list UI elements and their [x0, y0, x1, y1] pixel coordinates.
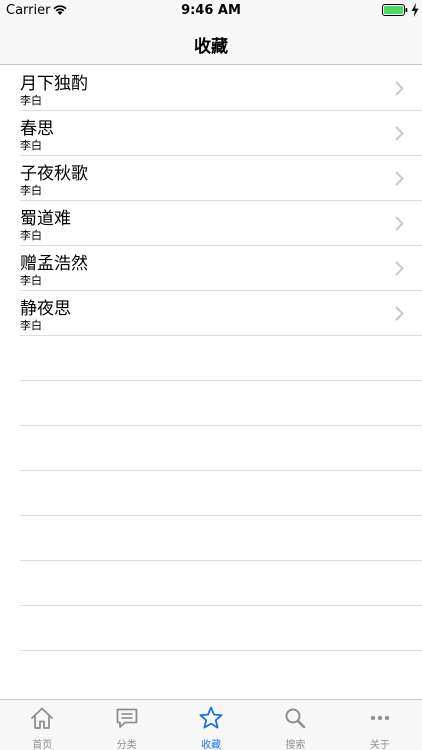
star-icon [199, 706, 223, 729]
empty-row-separator [0, 336, 422, 381]
chevron-right-icon [395, 81, 404, 96]
list-item[interactable]: 月下独酌 李白 [0, 66, 422, 111]
poem-title: 春思 [20, 119, 54, 139]
tab-label: 收藏 [201, 740, 222, 750]
home-icon [31, 707, 54, 729]
poem-title: 静夜思 [20, 299, 71, 319]
tab-label: 分类 [116, 740, 137, 750]
poem-author: 李白 [20, 184, 42, 197]
poem-title: 月下独酌 [20, 74, 88, 94]
poem-author: 李白 [20, 274, 42, 287]
charging-bolt-icon [411, 3, 419, 17]
poem-author: 李白 [20, 229, 42, 242]
poem-title: 子夜秋歌 [20, 164, 88, 184]
tab-bar: 首页 分类 收藏 搜索 关于 [0, 699, 422, 750]
more-dots-icon [370, 715, 390, 721]
empty-row-separator [0, 561, 422, 606]
empty-row-separator [0, 471, 422, 516]
chevron-right-icon [395, 216, 404, 231]
tab-search[interactable]: 搜索 [253, 700, 337, 750]
battery-icon [382, 4, 408, 16]
list-item[interactable]: 静夜思 李白 [0, 291, 422, 336]
poem-author: 李白 [20, 94, 42, 107]
empty-row-separator [0, 606, 422, 651]
status-bar: Carrier 9:46 AM [0, 0, 422, 20]
poem-title: 赠孟浩然 [20, 254, 88, 274]
tab-about[interactable]: 关于 [338, 700, 422, 750]
poem-title: 蜀道难 [20, 209, 71, 229]
list-item[interactable]: 赠孟浩然 李白 [0, 246, 422, 291]
tab-categories[interactable]: 分类 [84, 700, 168, 750]
poem-author: 李白 [20, 319, 42, 332]
empty-row-separator [0, 426, 422, 471]
navigation-bar: 收藏 [0, 20, 422, 65]
tab-label: 首页 [32, 740, 53, 750]
empty-row-separator [0, 516, 422, 561]
tab-label: 关于 [369, 740, 390, 750]
list-item[interactable]: 蜀道难 李白 [0, 201, 422, 246]
magnifier-icon [285, 708, 306, 729]
tab-label: 搜索 [285, 740, 306, 750]
chevron-right-icon [395, 261, 404, 276]
favorites-list: 月下独酌 李白 春思 李白 子夜秋歌 李白 蜀道难 李白 赠孟浩然 李白 静夜思… [0, 66, 422, 651]
chevron-right-icon [395, 171, 404, 186]
clock: 9:46 AM [181, 3, 241, 18]
list-item[interactable]: 春思 李白 [0, 111, 422, 156]
chat-bubble-icon [116, 708, 138, 728]
empty-row-separator [0, 381, 422, 426]
poem-author: 李白 [20, 139, 42, 152]
tab-favorites[interactable]: 收藏 [169, 700, 253, 750]
list-item[interactable]: 子夜秋歌 李白 [0, 156, 422, 201]
tab-home[interactable]: 首页 [0, 700, 84, 750]
chevron-right-icon [395, 306, 404, 321]
page-title: 收藏 [194, 37, 228, 57]
chevron-right-icon [395, 126, 404, 141]
